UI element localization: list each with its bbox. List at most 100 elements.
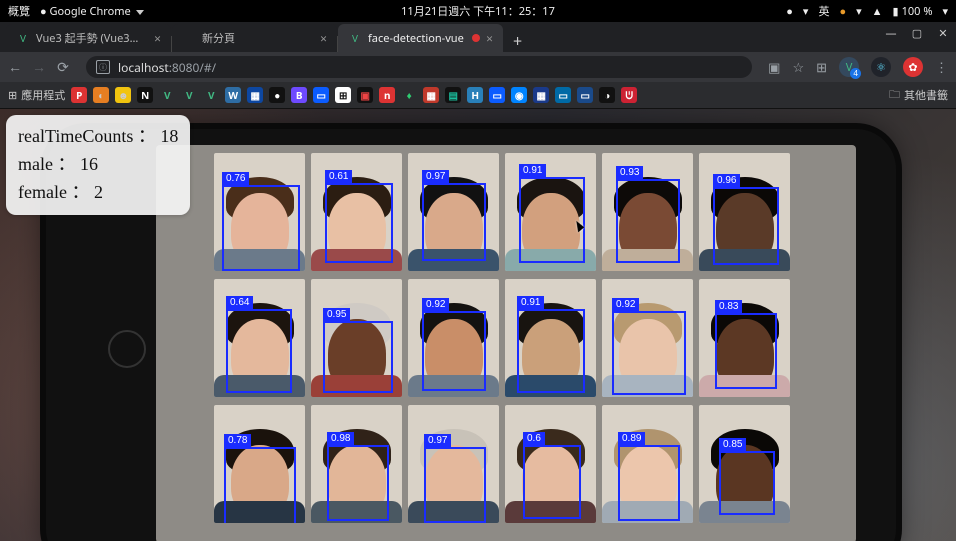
app-menu[interactable]: ● Google Chrome [40, 4, 144, 19]
bookmark-icon[interactable]: ▦ [247, 87, 263, 103]
detection-score-label: 0.6 [523, 432, 545, 445]
new-tab-button[interactable]: + [503, 30, 532, 52]
tab-favicon-icon: V [348, 31, 362, 45]
face-cell: 0.61 [311, 153, 402, 271]
bookmark-icon[interactable]: ⊞ [335, 87, 351, 103]
bookmark-icon[interactable]: V [181, 87, 197, 103]
tab-title: face-detection-vue [368, 31, 466, 46]
detection-score-label: 0.91 [519, 164, 546, 177]
face-cell: 0.95 [311, 279, 402, 397]
bookmark-icon[interactable]: ▭ [313, 87, 329, 103]
bookmark-icon[interactable]: ☻ [115, 87, 131, 103]
bookmark-icon[interactable]: N [137, 87, 153, 103]
bookmark-icon[interactable]: ◐ [93, 87, 109, 103]
bookmark-icon[interactable]: V [159, 87, 175, 103]
face-cell: 0.85 [699, 405, 790, 523]
address-bar[interactable]: ⓘ localhost:8080/#/ [86, 56, 752, 78]
bookmark-icon[interactable]: P [71, 87, 87, 103]
bookmark-icon[interactable]: H [467, 87, 483, 103]
extension-icon[interactable]: ✿ [903, 57, 923, 77]
browser-window: VVue3 起手勢 (Vue3基本範×新分頁×Vface-detection-v… [0, 22, 956, 541]
chrome-menu-button[interactable]: ⋮ [935, 58, 948, 76]
bookmark-icon[interactable]: ▦ [423, 87, 439, 103]
bookmark-icon[interactable]: ♦ [401, 87, 417, 103]
bookmark-icon[interactable]: ▭ [489, 87, 505, 103]
browser-tab[interactable]: 新分頁 × [172, 24, 337, 52]
bookmark-icon[interactable]: ▭ [555, 87, 571, 103]
bookmark-icon[interactable]: ▣ [357, 87, 373, 103]
detection-box [224, 447, 296, 523]
react-devtools-extension-icon[interactable]: ⚛ [871, 57, 891, 77]
detection-box [422, 311, 486, 391]
face-cell: 0.98 [311, 405, 402, 523]
face-cell: 0.96 [699, 153, 790, 271]
face-cell: 0.91 [505, 279, 596, 397]
bookmark-icon[interactable]: B [291, 87, 307, 103]
detection-box [517, 309, 585, 393]
bookmark-icon[interactable]: ◉ [511, 87, 527, 103]
chevron-down-icon [136, 10, 144, 15]
tab-close-button[interactable]: × [154, 30, 161, 47]
input-method-indicator[interactable]: 英 [818, 3, 829, 19]
desktop-top-bar: 概覽 ● Google Chrome 11月21日週六 下午11：25：17 ●… [0, 0, 956, 22]
detection-score-label: 0.76 [222, 172, 249, 185]
browser-tab[interactable]: Vface-detection-vue × [338, 24, 503, 52]
stat-realtime: realTimeCounts ： 18 [18, 123, 178, 151]
bookmark-icon[interactable]: V [203, 87, 219, 103]
detection-score-label: 0.78 [224, 434, 251, 447]
other-bookmarks-folder[interactable]: 🗀 其他書籤 [889, 86, 948, 105]
detection-box [519, 177, 585, 263]
detection-score-label: 0.93 [616, 166, 643, 179]
bookmark-star-icon[interactable]: ☆ [792, 58, 804, 76]
bookmark-icon[interactable]: n [379, 87, 395, 103]
bookmark-icon[interactable]: ● [269, 87, 285, 103]
face-cell: 0.93 [602, 153, 693, 271]
tab-close-button[interactable]: × [486, 30, 493, 47]
tray-caret-icon: ▾ [803, 4, 809, 19]
clock[interactable]: 11月21日週六 下午11：25：17 [401, 3, 555, 19]
volume-caret-icon: ▾ [856, 4, 862, 19]
tab-strip: VVue3 起手勢 (Vue3基本範×新分頁×Vface-detection-v… [0, 22, 956, 52]
site-info-icon[interactable]: ⓘ [96, 60, 110, 74]
face-cell: 0.97 [408, 153, 499, 271]
detection-box [424, 447, 486, 523]
detection-score-label: 0.85 [719, 438, 746, 451]
camera-feed: 0.760.610.970.910.930.960.640.950.920.91… [156, 145, 856, 541]
detection-score-label: 0.92 [422, 298, 449, 311]
bookmark-icon[interactable]: W [225, 87, 241, 103]
vue-devtools-extension-icon[interactable]: V4 [839, 57, 859, 77]
network-icon[interactable]: ▲ [872, 4, 883, 19]
bookmark-icon[interactable]: ▭ [577, 87, 593, 103]
detection-box [422, 183, 486, 261]
bookmark-icon[interactable]: ▦ [533, 87, 549, 103]
face-cell: 0.92 [602, 279, 693, 397]
status-dot-orange-icon: ● [839, 4, 846, 19]
window-maximize-button[interactable]: ▢ [910, 26, 924, 41]
extensions-icon[interactable]: ⊞ [816, 58, 827, 76]
activities-button[interactable]: 概覽 [8, 3, 30, 19]
browser-tab[interactable]: VVue3 起手勢 (Vue3基本範× [6, 24, 171, 52]
bookmark-icon[interactable]: ◑ [599, 87, 615, 103]
detection-score-label: 0.95 [323, 308, 350, 321]
page-viewport: 0.760.610.970.910.930.960.640.950.920.91… [0, 109, 956, 541]
window-minimize-button[interactable]: ― [884, 26, 898, 41]
face-cell: 0.97 [408, 405, 499, 523]
battery-indicator[interactable]: ▮ 100 % [893, 4, 933, 19]
face-grid: 0.760.610.970.910.930.960.640.950.920.91… [214, 153, 790, 523]
window-close-button[interactable]: ✕ [936, 26, 950, 41]
bookmark-icon[interactable]: ▤ [445, 87, 461, 103]
tab-title: 新分頁 [202, 30, 314, 46]
camera-indicator-icon[interactable]: ▣ [768, 58, 780, 76]
apps-shortcut[interactable]: ⊞ 應用程式 [8, 87, 65, 103]
bookmark-icon[interactable]: ᕫ [621, 87, 637, 103]
detection-score-label: 0.92 [612, 298, 639, 311]
face-cell: 0.91 [505, 153, 596, 271]
detection-score-label: 0.97 [424, 434, 451, 447]
back-button[interactable]: ← [8, 58, 22, 77]
tab-favicon-icon: V [16, 31, 30, 45]
detection-box [226, 309, 292, 393]
face-cell: 0.76 [214, 153, 305, 271]
reload-button[interactable]: ⟳ [56, 58, 70, 77]
status-dot-icon: ● [786, 4, 793, 19]
tab-close-button[interactable]: × [320, 30, 327, 47]
